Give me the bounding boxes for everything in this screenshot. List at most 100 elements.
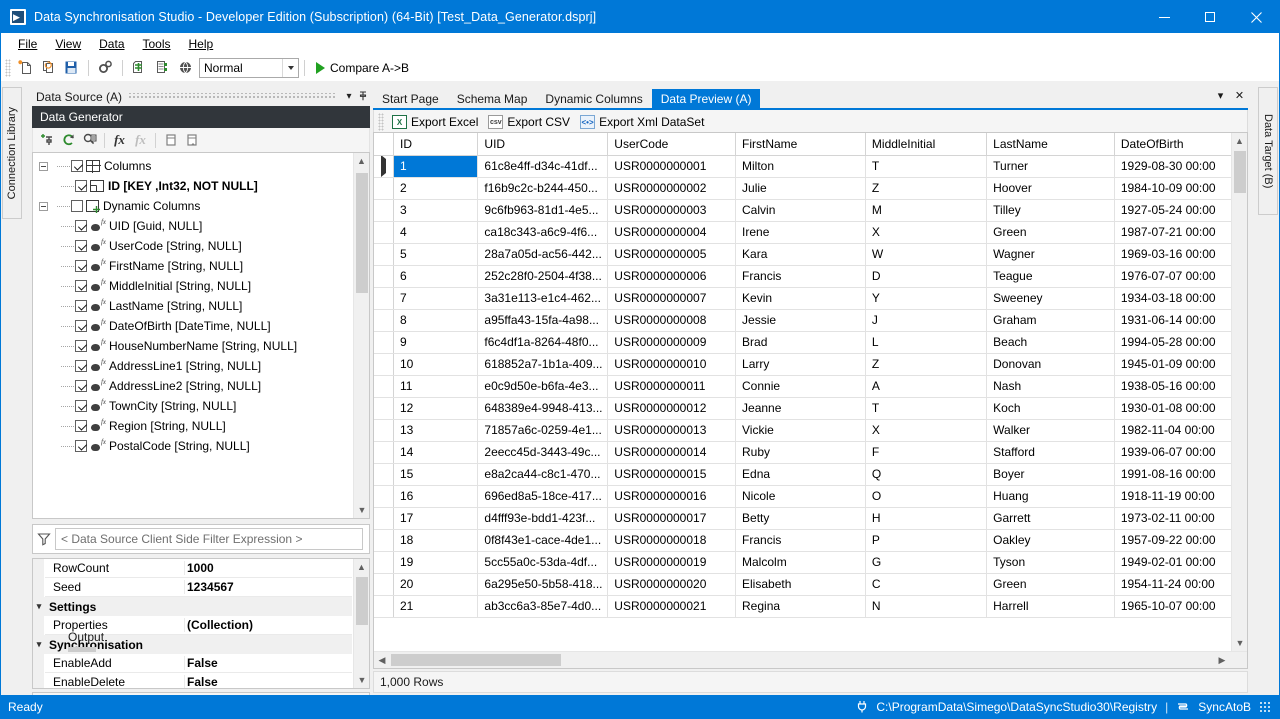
table-cell[interactable]: 9c6fb963-81d1-4e5...	[477, 199, 609, 222]
table-cell[interactable]: 7	[393, 287, 479, 310]
table-cell[interactable]: USR0000000016	[607, 485, 737, 508]
sidebar-tab-connection-library[interactable]: Connection Library	[2, 87, 22, 219]
table-cell[interactable]: USR0000000017	[607, 507, 737, 530]
table-cell[interactable]: Green	[986, 573, 1115, 596]
table-row[interactable]: 16 696ed8a5-18ce-417... USR0000000016 Nicol…	[374, 485, 1235, 508]
table-cell[interactable]: Y	[865, 287, 988, 310]
row-selector-cell[interactable]	[374, 397, 394, 420]
row-selector-cell[interactable]	[374, 199, 394, 222]
table-cell[interactable]: P	[865, 529, 988, 552]
table-cell[interactable]: T	[865, 397, 988, 420]
tree-item-checkbox[interactable]	[75, 360, 87, 372]
tree-item-checkbox[interactable]	[71, 200, 83, 212]
paste-columns-button[interactable]	[181, 130, 202, 150]
table-cell[interactable]: USR0000000012	[607, 397, 737, 420]
tree-item[interactable]: LastName [String, NULL]	[33, 296, 352, 316]
table-cell[interactable]: USR0000000020	[607, 573, 737, 596]
table-cell[interactable]: 10	[393, 353, 479, 376]
column-header[interactable]: LastName	[986, 133, 1115, 156]
chevron-down-icon[interactable]	[282, 58, 298, 77]
table-cell[interactable]: 0f8f43e1-cace-4de1...	[477, 529, 609, 552]
table-cell[interactable]: Jessie	[735, 309, 866, 332]
minimize-button[interactable]	[1141, 1, 1187, 33]
table-cell[interactable]: 696ed8a5-18ce-417...	[477, 485, 609, 508]
table-row[interactable]: 14 2eecc45d-3443-49c... USR0000000014 Ruby F…	[374, 441, 1235, 464]
property-value[interactable]: False	[185, 675, 352, 688]
table-cell[interactable]: 4	[393, 221, 479, 244]
table-cell[interactable]: Tilley	[986, 199, 1115, 222]
resize-grip-icon[interactable]	[1259, 700, 1271, 713]
table-cell[interactable]: Connie	[735, 375, 866, 398]
tree-item[interactable]: Columns	[33, 156, 352, 176]
row-selector-cell[interactable]	[374, 485, 394, 508]
add-connection-button[interactable]	[37, 130, 58, 150]
table-cell[interactable]: Elisabeth	[735, 573, 866, 596]
table-cell[interactable]: f6c4df1a-8264-48f0...	[477, 331, 609, 354]
tree-item[interactable]: ID [KEY ,Int32, NOT NULL]	[33, 176, 352, 196]
table-cell[interactable]: Kevin	[735, 287, 866, 310]
table-cell[interactable]: USR0000000005	[607, 243, 737, 266]
table-row[interactable]: 13 71857a6c-0259-4e1... USR0000000013 Vicki…	[374, 419, 1235, 442]
table-cell[interactable]: N	[865, 595, 988, 618]
table-row[interactable]: 8 a95ffa43-15fa-4a98... USR0000000008 Jessi…	[374, 309, 1235, 332]
table-cell[interactable]: a95ffa43-15fa-4a98...	[477, 309, 609, 332]
tree-item-checkbox[interactable]	[75, 420, 87, 432]
table-row[interactable]: 12 648389e4-9948-413... USR0000000012 Jeann…	[374, 397, 1235, 420]
table-cell[interactable]: 19	[393, 551, 479, 574]
tree-scroll-up-button[interactable]: ▲	[354, 153, 369, 169]
table-cell[interactable]: Vickie	[735, 419, 866, 442]
property-row[interactable]: EnableDelete False	[33, 672, 352, 688]
table-cell[interactable]: Hoover	[986, 177, 1115, 200]
table-cell[interactable]: 13	[393, 419, 479, 442]
table-cell[interactable]: ca18c343-a6c9-4f6...	[477, 221, 609, 244]
tree-item-checkbox[interactable]	[75, 440, 87, 452]
table-cell[interactable]: Harrell	[986, 595, 1115, 618]
tree-item-checkbox[interactable]	[75, 400, 87, 412]
table-cell[interactable]: Beach	[986, 331, 1115, 354]
refresh-schema-button[interactable]	[128, 57, 151, 79]
settings-gears-button[interactable]	[94, 57, 117, 79]
sidebar-tab-data-target-b[interactable]: Data Target (B)	[1258, 87, 1278, 215]
row-selector-cell[interactable]	[374, 331, 394, 354]
table-cell[interactable]: J	[865, 309, 988, 332]
tree-item[interactable]: Region [String, NULL]	[33, 416, 352, 436]
property-row[interactable]: Seed 1234567	[33, 577, 352, 597]
table-cell[interactable]: 1987-07-21 00:00	[1114, 221, 1235, 244]
export-excel-button[interactable]: X Export Excel	[387, 113, 483, 131]
table-cell[interactable]: d4fff93e-bdd1-423f...	[477, 507, 609, 530]
table-cell[interactable]: ab3cc6a3-85e7-4d0...	[477, 595, 609, 618]
table-row[interactable]: 3 9c6fb963-81d1-4e5... USR0000000003 Calvin…	[374, 199, 1235, 222]
table-cell[interactable]: L	[865, 331, 988, 354]
table-cell[interactable]: USR0000000015	[607, 463, 737, 486]
client-side-filter-input[interactable]: < Data Source Client Side Filter Express…	[55, 528, 363, 550]
table-cell[interactable]: Garrett	[986, 507, 1115, 530]
table-cell[interactable]: USR0000000013	[607, 419, 737, 442]
table-cell[interactable]: 12	[393, 397, 479, 420]
table-cell[interactable]: e0c9d50e-b6fa-4e3...	[477, 375, 609, 398]
row-selector-cell[interactable]	[374, 507, 394, 530]
table-cell[interactable]: 252c28f0-2504-4f38...	[477, 265, 609, 288]
grid-scroll-left-button[interactable]: ◀	[374, 652, 390, 668]
grid-vertical-scrollbar[interactable]: ▲ ▼	[1231, 133, 1247, 668]
grid-horizontal-scrollbar[interactable]: ◀ ▶	[374, 651, 1247, 668]
table-cell[interactable]: 1984-10-09 00:00	[1114, 177, 1235, 200]
column-header[interactable]: UID	[477, 133, 609, 156]
tree-item[interactable]: MiddleInitial [String, NULL]	[33, 276, 352, 296]
table-cell[interactable]: USR0000000018	[607, 529, 737, 552]
tree-item[interactable]: Dynamic Columns	[33, 196, 352, 216]
table-cell[interactable]: Nicole	[735, 485, 866, 508]
table-row[interactable]: 9 f6c4df1a-8264-48f0... USR0000000009 Brad L…	[374, 331, 1235, 354]
tree-item-checkbox[interactable]	[75, 180, 87, 192]
copy-columns-button[interactable]	[160, 130, 181, 150]
table-row[interactable]: 2 f16b9c2c-b244-450... USR0000000002 Julie Z…	[374, 177, 1235, 200]
tab-list-chevron-icon[interactable]: ▾	[1214, 89, 1227, 102]
table-cell[interactable]: 14	[393, 441, 479, 464]
table-cell[interactable]: Huang	[986, 485, 1115, 508]
table-cell[interactable]: 2	[393, 177, 479, 200]
maximize-button[interactable]	[1187, 1, 1233, 33]
pin-icon[interactable]	[356, 89, 370, 104]
row-selector-cell[interactable]	[374, 595, 394, 618]
table-cell[interactable]: Graham	[986, 309, 1115, 332]
tree-scroll-thumb[interactable]	[356, 173, 368, 293]
table-cell[interactable]: 1982-11-04 00:00	[1114, 419, 1235, 442]
